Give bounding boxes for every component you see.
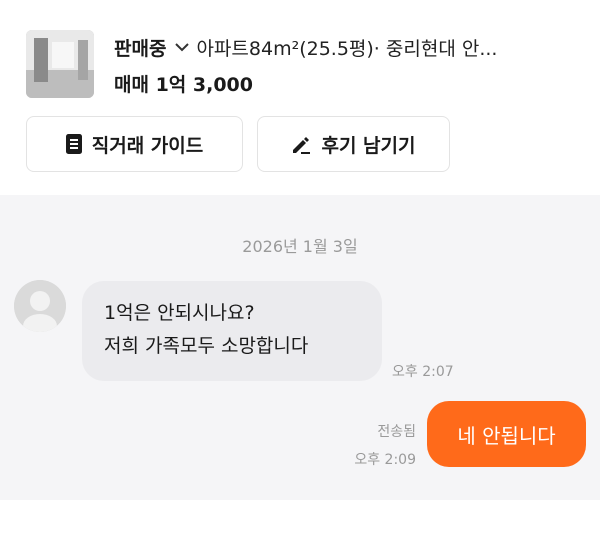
message-line: 저희 가족모두 소망합니다 xyxy=(104,335,309,357)
message-line: 1억은 안되시나요? xyxy=(104,302,255,324)
bottom-strip xyxy=(0,500,600,544)
incoming-message-bubble[interactable]: 1억은 안되시나요? 저희 가족모두 소망합니다 xyxy=(82,281,382,381)
listing-price: 매매 1억 3,000 xyxy=(114,74,253,96)
product-header: 판매중 아파트84m²(25.5평)· 중리현대 안... 매매 1억 3,00… xyxy=(0,0,600,195)
chevron-down-icon[interactable] xyxy=(174,41,190,53)
room-photo-image xyxy=(26,30,94,98)
document-icon xyxy=(65,134,82,154)
user-icon[interactable] xyxy=(14,280,66,332)
outgoing-message-time: 오후 2:09 xyxy=(354,452,416,468)
listing-status-row: 판매중 아파트84m²(25.5평)· 중리현대 안... xyxy=(114,32,584,62)
listing-thumbnail[interactable] xyxy=(26,30,94,98)
chat-screen: 판매중 아파트84m²(25.5평)· 중리현대 안... 매매 1억 3,00… xyxy=(0,0,600,544)
write-review-label: 후기 남기기 xyxy=(321,134,416,157)
write-review-button[interactable]: 후기 남기기 xyxy=(257,116,450,172)
chat-message-list[interactable]: 2026년 1월 3일 1억은 안되시나요? 저희 가족모두 소망합니다 오후 … xyxy=(0,195,600,500)
date-divider: 2026년 1월 3일 xyxy=(242,237,358,256)
pencil-icon xyxy=(291,134,311,154)
direct-trade-guide-button[interactable]: 직거래 가이드 xyxy=(26,116,243,172)
sale-status-dropdown[interactable]: 판매중 xyxy=(114,34,166,61)
listing-title[interactable]: 아파트84m²(25.5평)· 중리현대 안... xyxy=(196,34,497,61)
sent-status: 전송됨 xyxy=(377,424,416,440)
direct-trade-guide-label: 직거래 가이드 xyxy=(91,134,204,157)
outgoing-message-bubble[interactable]: 네 안됩니다 xyxy=(427,401,586,467)
incoming-message-time: 오후 2:07 xyxy=(392,364,454,380)
